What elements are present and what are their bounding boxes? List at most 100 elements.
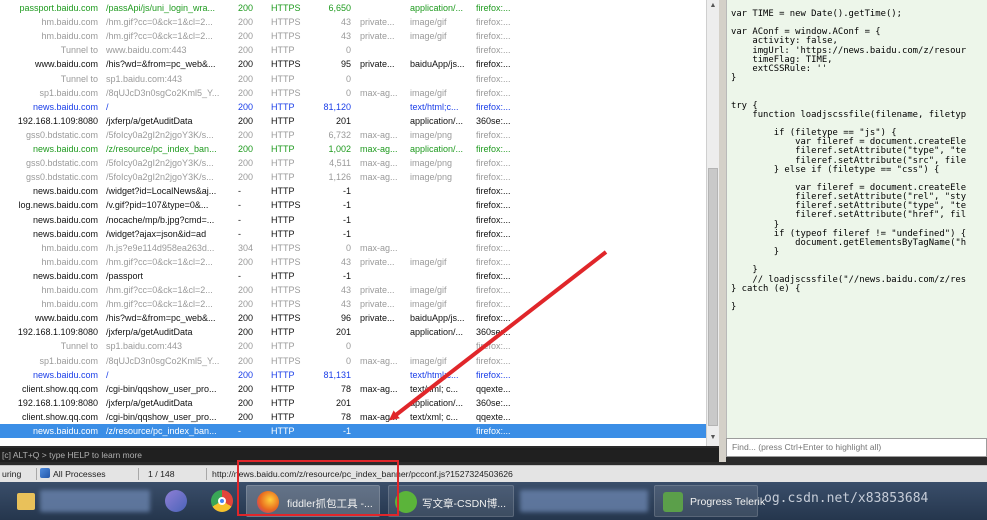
session-url: /8qUJcD3n0sgCo2Kml5_Y... xyxy=(106,87,220,98)
session-row[interactable]: gss0.bdstatic.com/5foIcy0a2gI2n2jgoY3K/s… xyxy=(0,156,706,170)
session-result: 200 xyxy=(238,313,254,324)
folder-icon[interactable] xyxy=(12,485,38,517)
session-host: client.show.qq.com xyxy=(21,383,98,394)
session-host: gss0.bdstatic.com xyxy=(25,158,98,169)
session-count: 1 / 148 xyxy=(148,469,175,479)
session-content-type: application/... xyxy=(410,3,464,13)
session-result: 304 xyxy=(238,242,254,253)
session-row[interactable]: hm.baidu.com/hm.gif?cc=0&ck=1&cl=2... 200… xyxy=(0,297,706,311)
session-protocol: HTTP xyxy=(271,158,295,169)
session-caching: max-ag... xyxy=(360,144,398,154)
blurred-taskbar-item[interactable] xyxy=(520,490,648,512)
session-host: gss0.bdstatic.com xyxy=(25,172,98,183)
session-protocol: HTTPS xyxy=(271,256,301,267)
session-row[interactable]: news.baidu.com/widget?ajax=json&id=ad - HT… xyxy=(0,227,706,241)
process-filter-label: All Processes xyxy=(53,469,106,479)
session-row[interactable]: news.baidu.com/z/resource/pc_index_ban..… xyxy=(0,142,706,156)
process-filter[interactable]: All Processes xyxy=(40,466,106,482)
session-result: 200 xyxy=(238,45,254,56)
session-url: /cgi-bin/qqshow_user_pro... xyxy=(106,383,217,394)
session-row[interactable]: news.baidu.com / 200 HTTP 81,120 text/html;c.… xyxy=(0,100,706,114)
scroll-down-icon[interactable]: ▼ xyxy=(708,433,718,443)
session-process: firefox:... xyxy=(476,256,511,267)
session-result: 200 xyxy=(238,327,254,338)
session-result: - xyxy=(238,214,241,225)
session-content-type: application/... xyxy=(410,327,464,338)
session-row[interactable]: www.baidu.com/his?wd=&from=pc_web&... 200… xyxy=(0,57,706,71)
session-body-size: 0 xyxy=(345,355,351,366)
session-protocol: HTTP xyxy=(271,228,295,239)
session-row[interactable]: news.baidu.com/widget?id=LocalNews&aj...… xyxy=(0,184,706,198)
highlight-box xyxy=(237,460,399,516)
session-row[interactable]: hm.baidu.com/hm.gif?cc=0&ck=1&cl=2... 200… xyxy=(0,283,706,297)
session-row[interactable]: log.news.baidu.com/v.gif?pid=107&type=0&… xyxy=(0,198,706,212)
session-list[interactable]: passport.baidu.com/passApi/js/uni_login_… xyxy=(0,0,706,446)
session-host: 192.168.1.109:8080 xyxy=(17,327,98,338)
blurred-taskbar-item[interactable] xyxy=(40,490,150,512)
taskbar-telerik-button[interactable]: Progress Telerik xyxy=(654,485,765,517)
session-row[interactable]: Tunnel to www.baidu.com:443 200 HTTP 0 firefo… xyxy=(0,43,706,57)
session-process: firefox:... xyxy=(476,17,511,28)
session-row[interactable]: news.baidu.com/nocache/mp/b.jpg?cmd=... -… xyxy=(0,213,706,227)
scroll-up-icon[interactable]: ▲ xyxy=(708,1,718,11)
session-result: 200 xyxy=(238,59,254,70)
chrome-icon[interactable] xyxy=(206,485,238,517)
session-body-size: 0 xyxy=(345,242,351,253)
session-result: - xyxy=(238,270,241,281)
session-body-size: 43 xyxy=(340,299,351,310)
session-process: firefox:... xyxy=(476,355,511,366)
session-row[interactable]: 192.168.1.109:8080/jxferp/a/getAuditData… xyxy=(0,325,706,339)
feather-app-icon[interactable] xyxy=(160,485,192,517)
session-protocol: HTTPS xyxy=(271,299,301,310)
session-row[interactable]: Tunnel to sp1.baidu.com:443 200 HTTP 0 firefo… xyxy=(0,339,706,353)
session-host: news.baidu.com xyxy=(32,426,98,436)
session-row[interactable]: sp1.baidu.com/8qUJcD3n0sgCo2Kml5_Y... 200… xyxy=(0,354,706,368)
session-result: 200 xyxy=(238,144,254,154)
session-content-type: image/gif xyxy=(410,256,447,267)
session-url: /5foIcy0a2gI2n2jgoY3K/s... xyxy=(106,158,214,169)
session-row[interactable]: client.show.qq.com/cgi-bin/qqshow_user_p… xyxy=(0,410,706,424)
session-row[interactable]: hm.baidu.com/hm.gif?cc=0&ck=1&cl=2... 200… xyxy=(0,15,706,29)
session-url: /his?wd=&from=pc_web&... xyxy=(106,313,216,324)
response-body-viewer[interactable]: var TIME = new Date().getTime(); var ACo… xyxy=(726,0,987,438)
session-row[interactable]: 192.168.1.109:8080/jxferp/a/getAuditData… xyxy=(0,114,706,128)
session-process: 360se:... xyxy=(476,327,511,338)
session-url: /hm.gif?cc=0&ck=1&cl=2... xyxy=(106,285,213,295)
session-row[interactable]: 192.168.1.109:8080/jxferp/a/getAuditData… xyxy=(0,396,706,410)
session-caching: max-ag... xyxy=(360,383,398,394)
session-row[interactable]: news.baidu.com / 200 HTTP 81,131 text/html;c.… xyxy=(0,368,706,382)
session-process: firefox:... xyxy=(476,87,511,98)
session-row[interactable]: passport.baidu.com/passApi/js/uni_login_… xyxy=(0,1,706,15)
session-row[interactable]: news.baidu.com/passport - HTTP -1 firefox:..… xyxy=(0,269,706,283)
session-row[interactable]: www.baidu.com/his?wd=&from=pc_web&... 200… xyxy=(0,311,706,325)
session-caching: max-ag... xyxy=(360,172,398,183)
session-process: firefox:... xyxy=(476,285,511,295)
session-row[interactable]: Tunnel to sp1.baidu.com:443 200 HTTP 0 firefo… xyxy=(0,72,706,86)
session-protocol: HTTPS xyxy=(271,242,301,253)
pane-splitter[interactable] xyxy=(719,0,726,462)
session-row[interactable]: hm.baidu.com/h.js?e9e114d958ea263d... 304… xyxy=(0,241,706,255)
session-row[interactable]: hm.baidu.com/hm.gif?cc=0&ck=1&cl=2... 200… xyxy=(0,255,706,269)
session-result: 200 xyxy=(238,341,254,352)
session-result: - xyxy=(238,426,241,436)
selected-session-row[interactable]: news.baidu.com/z/resource/pc_index_ban..… xyxy=(0,424,706,439)
capturing-indicator[interactable]: uring xyxy=(2,466,21,482)
session-list-scrollbar[interactable]: ▲ ▼ xyxy=(706,0,719,446)
find-input[interactable]: Find... (press Ctrl+Enter to highlight a… xyxy=(726,438,987,457)
scrollbar-thumb[interactable] xyxy=(708,168,718,426)
session-row[interactable]: gss0.bdstatic.com/5foIcy0a2gI2n2jgoY3K/s… xyxy=(0,128,706,142)
session-row[interactable]: hm.baidu.com/hm.gif?cc=0&ck=1&cl=2... 200… xyxy=(0,29,706,43)
session-process: firefox:... xyxy=(476,31,511,42)
session-content-type: image/gif xyxy=(410,355,447,366)
session-process: 360se:... xyxy=(476,397,511,408)
session-body-size: 6,732 xyxy=(328,129,351,140)
session-row[interactable]: gss0.bdstatic.com/5foIcy0a2gI2n2jgoY3K/s… xyxy=(0,170,706,184)
session-process: firefox:... xyxy=(476,129,511,140)
taskbar-csdn-button[interactable]: 写文章-CSDN博... xyxy=(388,485,514,517)
session-row[interactable]: client.show.qq.com/cgi-bin/qqshow_user_p… xyxy=(0,382,706,396)
session-url: /nocache/mp/b.jpg?cmd=... xyxy=(106,214,215,225)
session-host: gss0.bdstatic.com xyxy=(25,129,98,140)
session-process: firefox:... xyxy=(476,313,511,324)
session-row[interactable]: sp1.baidu.com/8qUJcD3n0sgCo2Kml5_Y... 200… xyxy=(0,86,706,100)
session-url: /widget?id=LocalNews&aj... xyxy=(106,186,217,197)
